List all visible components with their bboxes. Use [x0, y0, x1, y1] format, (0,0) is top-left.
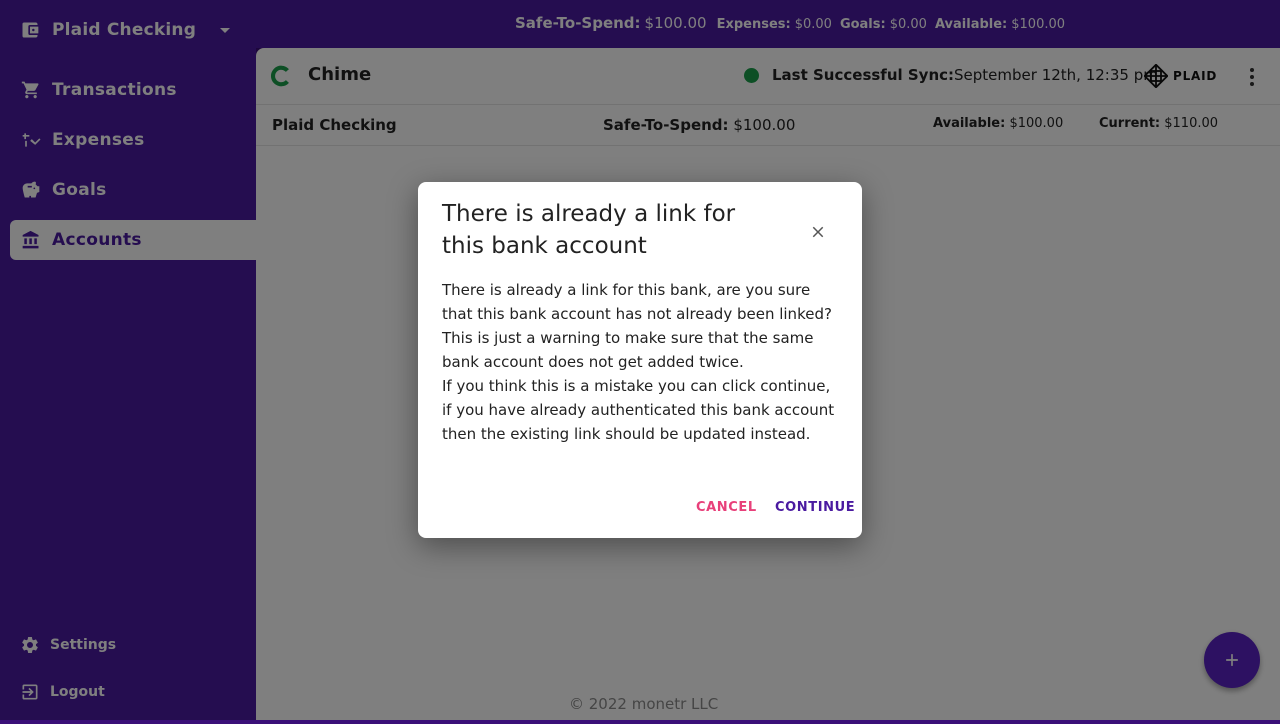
dialog-instruction-text: If you think this is a mistake you can c… — [442, 377, 835, 443]
close-icon[interactable] — [806, 220, 830, 244]
dialog-title: There is already a link for this bank ac… — [442, 201, 736, 259]
continue-button[interactable]: CONTINUE — [775, 500, 855, 515]
dialog-warning-text: There is already a link for this bank, a… — [442, 281, 832, 371]
cancel-button[interactable]: CANCEL — [696, 500, 757, 515]
duplicate-link-dialog: There is already a link for this bank ac… — [418, 182, 862, 538]
dialog-body: There is already a link for this bank, a… — [442, 278, 842, 446]
